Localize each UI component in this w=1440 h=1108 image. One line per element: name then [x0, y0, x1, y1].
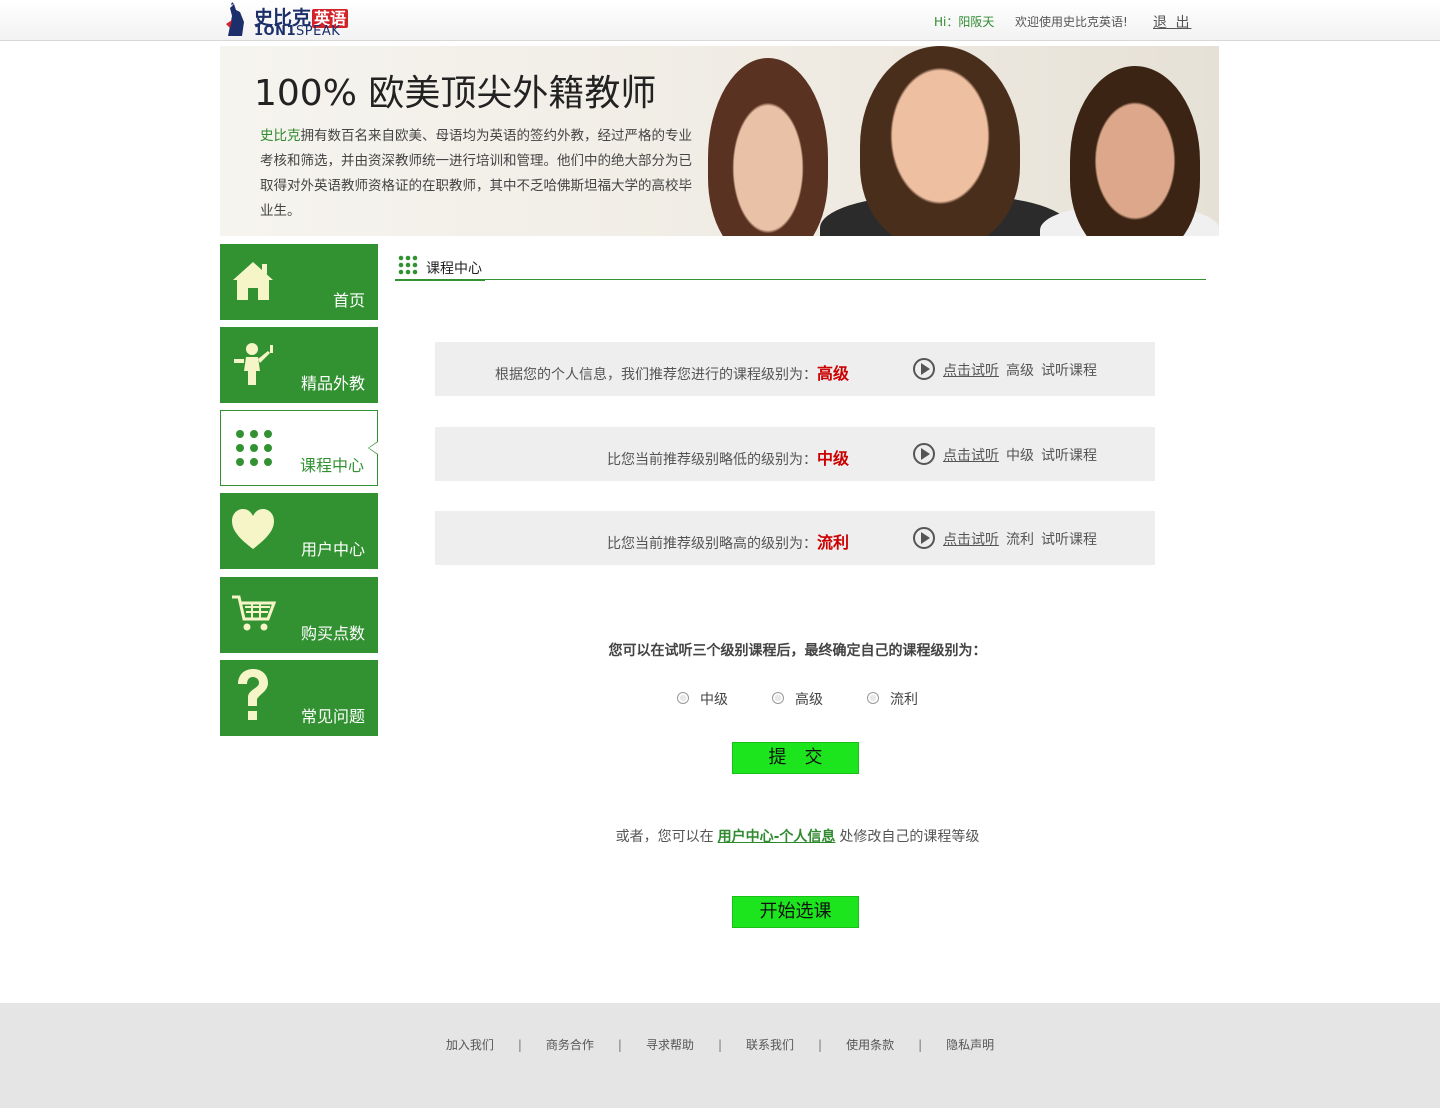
grid-dots-icon	[236, 430, 272, 466]
grid-dots-icon	[398, 255, 418, 275]
sidebar-item-label: 用户中心	[300, 540, 365, 559]
teacher-photo-1	[708, 58, 828, 236]
banner: 100% 欧美顶尖外籍教师 史比克拥有数百名来自欧美、母语均为英语的签约外教，经…	[220, 46, 1219, 236]
footer-links: 加入我们 | 商务合作 | 寻求帮助 | 联系我们 | 使用条款 | 隐私声明	[445, 1036, 995, 1053]
footer-link-privacy[interactable]: 隐私声明	[946, 1036, 994, 1053]
trial-suffix: 试听课程	[1041, 532, 1097, 548]
alternative-note: 或者，您可以在 用户中心-个人信息 处修改自己的课程等级	[615, 829, 980, 845]
trial-level: 高级	[1006, 363, 1034, 379]
sidebar-item-home[interactable]: 首页	[220, 244, 378, 320]
play-icon[interactable]	[913, 358, 935, 380]
radio-button[interactable]	[772, 692, 784, 704]
radio-button[interactable]	[867, 692, 879, 704]
sidebar-item-label: 常见问题	[300, 707, 365, 726]
heart-icon	[232, 509, 274, 549]
banner-title: 100% 欧美顶尖外籍教师	[254, 73, 657, 114]
sidebar-item-course-center[interactable]: 课程中心	[220, 410, 378, 486]
footer-link-help[interactable]: 寻求帮助	[646, 1036, 694, 1053]
username[interactable]: 阳阪天	[958, 15, 994, 29]
statue-logo-icon	[226, 2, 244, 36]
footer: 加入我们 | 商务合作 | 寻求帮助 | 联系我们 | 使用条款 | 隐私声明	[0, 1003, 1440, 1108]
sidebar-item-buy-points[interactable]: 购买点数	[220, 577, 378, 653]
trial-level: 流利	[1006, 532, 1034, 548]
footer-link-business[interactable]: 商务合作	[546, 1036, 594, 1053]
trial-link[interactable]: 点击试听	[943, 529, 999, 549]
play-icon[interactable]	[913, 527, 935, 549]
section-title-underline	[395, 279, 485, 281]
level-row-lower: 比您当前推荐级别略低的级别为：中级 点击试听 中级 试听课程	[435, 427, 1155, 481]
welcome-text: 欢迎使用史比克英语!	[1015, 15, 1128, 29]
sidebar-item-label: 课程中心	[299, 456, 364, 475]
user-center-profile-link[interactable]: 用户中心-个人信息	[718, 829, 836, 845]
footer-link-terms[interactable]: 使用条款	[846, 1036, 894, 1053]
radio-label: 流利	[890, 692, 918, 708]
teacher-photo-3	[1070, 66, 1200, 236]
banner-text: 史比克拥有数百名来自欧美、母语均为英语的签约外教，经过严格的专业考核和筛选，并由…	[260, 128, 692, 219]
logout-link[interactable]: 退 出	[1153, 12, 1191, 32]
trial-level: 中级	[1006, 448, 1034, 464]
teacher-icon	[234, 343, 273, 385]
start-course-selection-button[interactable]: 开始选课	[732, 896, 859, 928]
teacher-photo-2	[860, 46, 1020, 236]
user-greeting: Hi：阳阪天	[934, 15, 995, 29]
submit-button[interactable]: 提 交	[732, 742, 859, 774]
footer-link-join[interactable]: 加入我们	[446, 1036, 494, 1053]
radio-label: 中级	[700, 692, 728, 708]
logo-english-text: 1ON1SPEAK	[254, 24, 341, 39]
question-icon	[238, 669, 268, 720]
level-description: 比您当前推荐级别略高的级别为：流利	[606, 533, 849, 552]
sidebar-item-user-center[interactable]: 用户中心	[220, 493, 378, 569]
level-description: 根据您的个人信息，我们推荐您进行的课程级别为：高级	[494, 364, 849, 383]
level-row-recommended: 根据您的个人信息，我们推荐您进行的课程级别为：高级 点击试听 高级 试听课程	[435, 342, 1155, 396]
trial-link[interactable]: 点击试听	[943, 360, 999, 380]
level-description: 比您当前推荐级别略低的级别为：中级	[606, 449, 849, 468]
sidebar-item-label: 精品外教	[300, 374, 365, 393]
footer-link-contact[interactable]: 联系我们	[746, 1036, 794, 1053]
radio-button[interactable]	[677, 692, 689, 704]
logo[interactable]: 史比克 英语 1ON1SPEAK	[222, 2, 362, 40]
radio-label: 高级	[795, 692, 823, 708]
section-title: 课程中心	[426, 261, 482, 277]
sidebar-item-label: 首页	[332, 291, 365, 310]
cart-icon	[232, 595, 276, 631]
sidebar-item-label: 购买点数	[300, 624, 365, 643]
home-icon	[233, 262, 273, 300]
level-row-higher: 比您当前推荐级别略高的级别为：流利 点击试听 流利 试听课程	[435, 511, 1155, 565]
top-bar: 史比克 英语 1ON1SPEAK Hi：阳阪天 欢迎使用史比克英语! 退 出	[0, 0, 1440, 41]
trial-link[interactable]: 点击试听	[943, 445, 999, 465]
final-level-question: 您可以在试听三个级别课程后，最终确定自己的课程级别为：	[608, 643, 987, 659]
trial-suffix: 试听课程	[1041, 448, 1097, 464]
section-header: 课程中心	[395, 252, 1206, 281]
trial-suffix: 试听课程	[1041, 363, 1097, 379]
play-icon[interactable]	[913, 443, 935, 465]
sidebar-item-faq[interactable]: 常见问题	[220, 660, 378, 736]
sidebar-item-teachers[interactable]: 精品外教	[220, 327, 378, 403]
